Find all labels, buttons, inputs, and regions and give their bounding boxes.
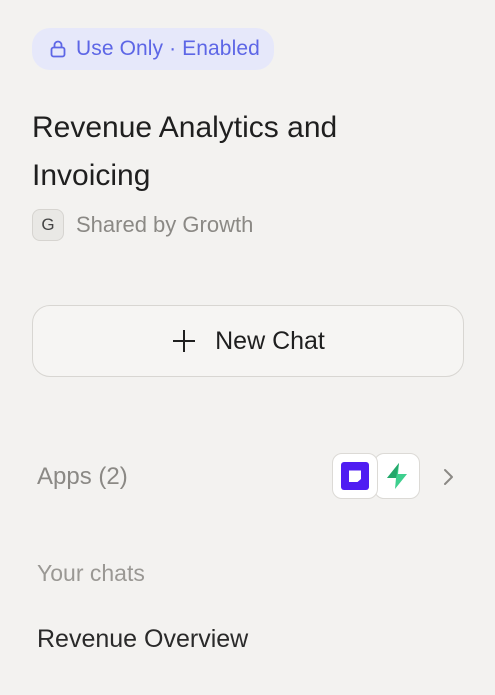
owner-avatar: G [32, 209, 64, 241]
shared-by-label: Shared by Growth [76, 212, 254, 237]
new-chat-label: New Chat [215, 326, 325, 355]
new-chat-button[interactable]: New Chat [32, 305, 464, 377]
app-tile[interactable] [374, 453, 420, 499]
lock-icon [50, 40, 66, 58]
chevron-right-icon[interactable] [441, 466, 457, 488]
access-badge-label: Use Only · Enabled [76, 37, 260, 60]
your-chats-heading: Your chats [37, 560, 145, 586]
apps-label[interactable]: Apps (2) [37, 463, 128, 491]
app-purple-square-icon [341, 462, 369, 490]
access-badge: Use Only · Enabled [32, 28, 274, 70]
plus-icon [173, 330, 196, 352]
chat-item[interactable]: Revenue Overview [37, 625, 248, 654]
project-title: Revenue Analytics and Invoicing [32, 111, 338, 192]
app-tile[interactable] [332, 453, 378, 499]
shared-by: G Shared by Growth [32, 209, 253, 241]
app-icon-stack[interactable] [332, 453, 422, 501]
app-green-bolt-icon [387, 463, 407, 489]
